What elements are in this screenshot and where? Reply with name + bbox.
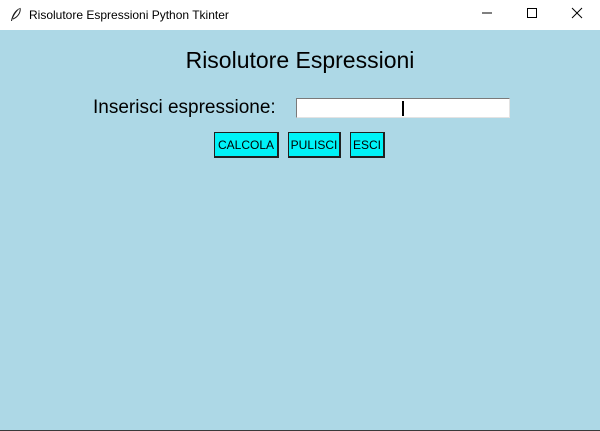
maximize-button[interactable] [509,0,555,30]
minimize-icon [481,6,493,24]
maximize-icon [526,6,538,24]
title-bar[interactable]: Risolutore Espressioni Python Tkinter [0,0,600,30]
main-panel: Risolutore Espressioni Inserisci espress… [0,30,600,430]
calcola-button[interactable]: CALCOLA [214,132,279,158]
close-button[interactable] [554,0,600,30]
feather-icon [9,7,23,23]
page-title: Risolutore Espressioni [185,47,415,73]
minimize-button[interactable] [464,0,510,30]
text-cursor [402,101,404,116]
pulisci-button[interactable]: PULISCI [288,132,341,158]
window-title: Risolutore Espressioni Python Tkinter [29,8,229,22]
close-icon [571,6,583,24]
esci-button[interactable]: ESCI [350,132,385,158]
app-window: Risolutore Espressioni Python Tkinter Ri… [0,0,600,431]
expression-label: Inserisci espressione: [93,97,276,118]
